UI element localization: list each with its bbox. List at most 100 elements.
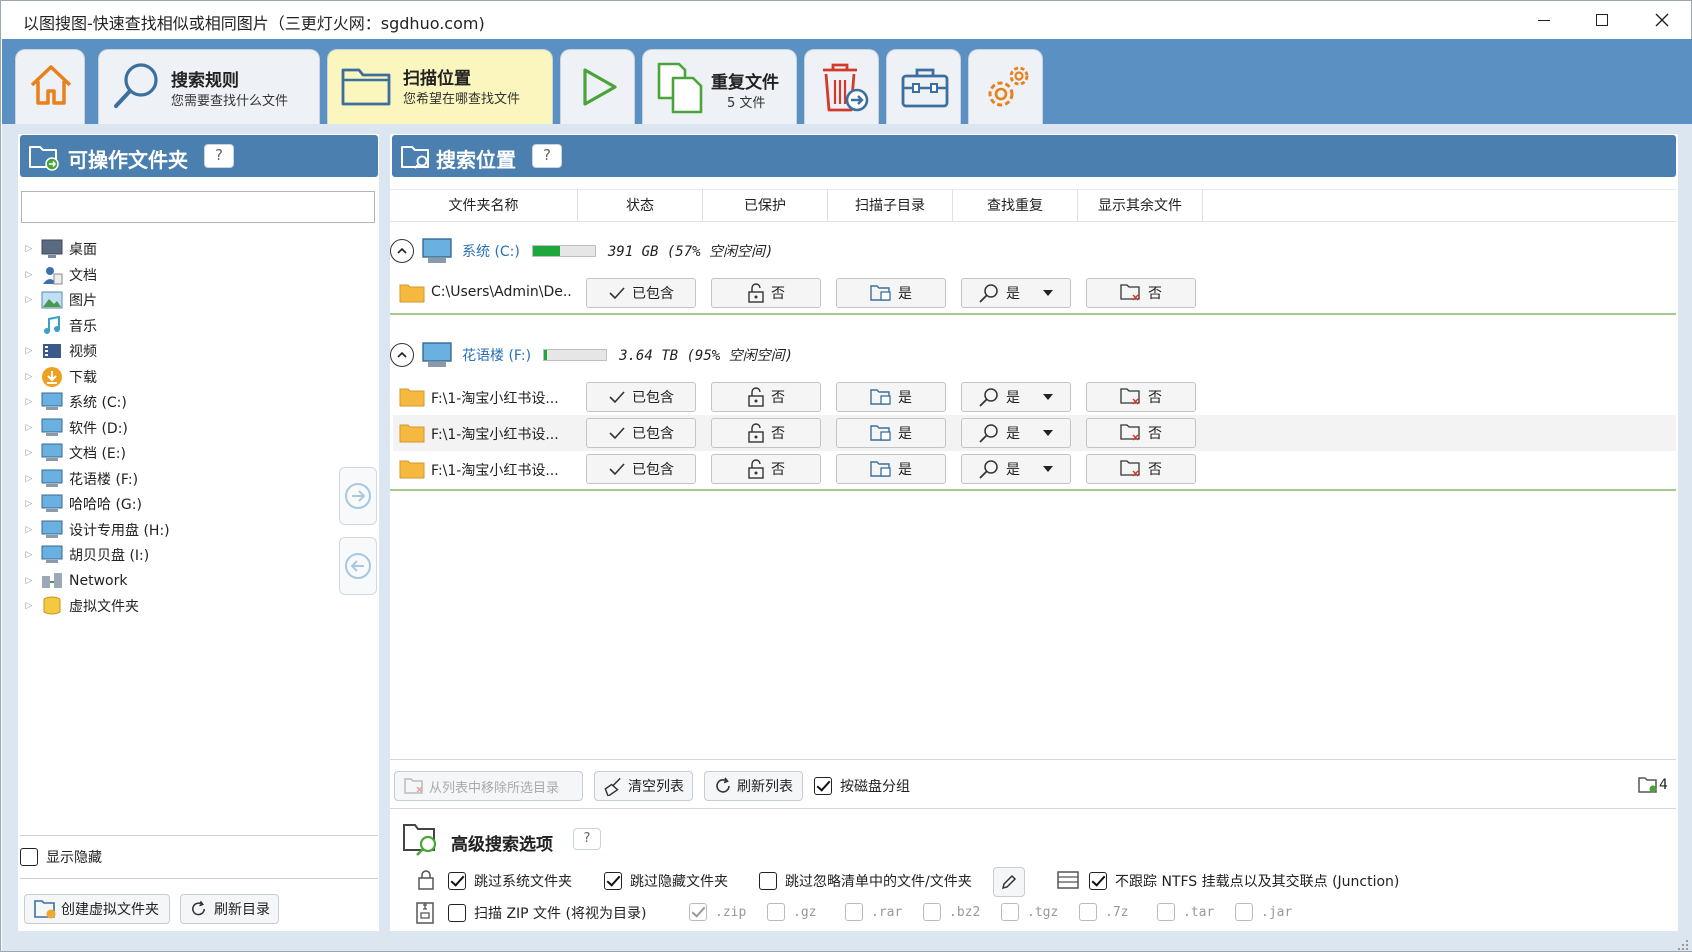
group-by-disk-option[interactable]: 按磁盘分组	[814, 776, 910, 796]
protected-cell-button[interactable]: 否	[711, 418, 821, 448]
expand-arrow-icon[interactable]: ▷	[21, 372, 37, 382]
scan-subdirs-cell-button[interactable]: 是	[836, 278, 946, 308]
tree-item[interactable]: ▷ 文档	[21, 262, 351, 288]
location-row[interactable]: F:\1-淘宝小红书设... 已包含 否 是 是 否	[393, 451, 1676, 487]
left-help-button[interactable]: ?	[204, 144, 234, 168]
expand-arrow-icon[interactable]: ▷	[21, 576, 37, 586]
col-show-other-files[interactable]: 显示其余文件	[1078, 189, 1203, 221]
tab-start-search[interactable]	[560, 49, 635, 124]
group-by-disk-checkbox[interactable]	[814, 777, 832, 795]
scan-zip-checkbox[interactable]	[448, 904, 466, 922]
no-ntfs-option[interactable]: 不跟踪 NTFS 挂载点以及其交联点 (Junction)	[1089, 871, 1399, 891]
no-ntfs-checkbox[interactable]	[1089, 872, 1107, 890]
status-cell-button[interactable]: 已包含	[586, 382, 696, 412]
show-other-files-cell-button[interactable]: 否	[1086, 278, 1196, 308]
close-button[interactable]	[1633, 1, 1691, 39]
expand-arrow-icon[interactable]: ▷	[21, 397, 37, 407]
scan-subdirs-cell-button[interactable]: 是	[836, 418, 946, 448]
collapse-group-button[interactable]	[390, 239, 414, 263]
show-hidden-checkbox[interactable]	[20, 848, 38, 866]
tab-settings[interactable]	[968, 49, 1043, 124]
skip-system-checkbox[interactable]	[448, 872, 466, 890]
expand-arrow-icon[interactable]: ▷	[21, 550, 37, 560]
expand-arrow-icon[interactable]: ▷	[21, 525, 37, 535]
show-other-files-cell-button[interactable]: 否	[1086, 418, 1196, 448]
skip-system-option[interactable]: 跳过系统文件夹	[448, 871, 572, 891]
location-row[interactable]: C:\Users\Admin\De... 已包含 否 是 是 否	[393, 275, 1676, 311]
tree-item[interactable]: ▷ 图片	[21, 287, 351, 313]
scan-subdirs-cell-button[interactable]: 是	[836, 454, 946, 484]
tree-item[interactable]: ▷ 系统 (C:)	[21, 389, 351, 415]
col-scan-subdirs[interactable]: 扫描子目录	[828, 189, 953, 221]
tree-item[interactable]: ▷ 下载	[21, 364, 351, 390]
tree-item[interactable]: 音乐	[21, 313, 351, 339]
drive-name[interactable]: 系统 (C:)	[462, 241, 520, 261]
tab-home[interactable]	[15, 49, 85, 124]
location-row[interactable]: F:\1-淘宝小红书设... 已包含 否 是 是 否	[393, 379, 1676, 415]
skip-ignore-checkbox[interactable]	[759, 872, 777, 890]
edit-ignore-list-button[interactable]	[993, 867, 1025, 897]
expand-arrow-icon[interactable]: ▷	[21, 448, 37, 458]
protected-cell-button[interactable]: 否	[711, 382, 821, 412]
add-folder-arrow-button[interactable]	[339, 467, 377, 525]
refresh-list-button[interactable]: 刷新列表	[704, 771, 803, 801]
tab-scan-location[interactable]: 扫描位置 您希望在哪查找文件	[327, 49, 553, 124]
scan-subdirs-cell-button[interactable]: 是	[836, 382, 946, 412]
status-cell-button[interactable]: 已包含	[586, 418, 696, 448]
maximize-button[interactable]	[1573, 1, 1631, 39]
skip-hidden-option[interactable]: 跳过隐藏文件夹	[604, 871, 728, 891]
tab-search-rules[interactable]: 搜索规则 您需要查找什么文件	[98, 49, 320, 124]
find-duplicates-dropdown[interactable]: 是	[961, 454, 1071, 484]
find-duplicates-dropdown[interactable]: 是	[961, 382, 1071, 412]
skip-hidden-checkbox[interactable]	[604, 872, 622, 890]
expand-arrow-icon[interactable]: ▷	[21, 423, 37, 433]
minimize-button[interactable]	[1515, 1, 1573, 39]
tab-delete[interactable]	[804, 49, 879, 124]
tree-item[interactable]: ▷ 花语楼 (F:)	[21, 466, 351, 492]
col-find-duplicates[interactable]: 查找重复	[953, 189, 1078, 221]
status-cell-button[interactable]: 已包含	[586, 454, 696, 484]
refresh-directory-button[interactable]: 刷新目录	[180, 894, 279, 924]
tree-item[interactable]: ▷ 虚拟文件夹	[21, 593, 351, 619]
protected-cell-button[interactable]: 否	[711, 454, 821, 484]
tab-duplicate-files[interactable]: 重复文件 5 文件	[642, 49, 797, 124]
drive-name[interactable]: 花语楼 (F:)	[462, 345, 531, 365]
panel-splitter[interactable]	[382, 124, 390, 951]
find-duplicates-dropdown[interactable]: 是	[961, 418, 1071, 448]
col-folder-name[interactable]: 文件夹名称	[390, 189, 578, 221]
tree-item[interactable]: ▷ 胡贝贝盘 (I:)	[21, 542, 351, 568]
tree-item[interactable]: ▷ Network	[21, 568, 351, 594]
resize-grip-icon[interactable]	[1675, 937, 1689, 951]
tree-item[interactable]: ▷ 桌面	[21, 236, 351, 262]
protected-cell-button[interactable]: 否	[711, 278, 821, 308]
right-help-button[interactable]: ?	[532, 144, 562, 168]
col-protected[interactable]: 已保护	[703, 189, 828, 221]
expand-arrow-icon[interactable]: ▷	[21, 270, 37, 280]
collapse-group-button[interactable]	[390, 343, 414, 367]
expand-arrow-icon[interactable]: ▷	[21, 244, 37, 254]
skip-ignore-option[interactable]: 跳过忽略清单中的文件/文件夹	[759, 871, 972, 891]
tree-item[interactable]: ▷ 设计专用盘 (H:)	[21, 517, 351, 543]
find-duplicates-dropdown[interactable]: 是	[961, 278, 1071, 308]
expand-arrow-icon[interactable]: ▷	[21, 295, 37, 305]
remove-folder-arrow-button[interactable]	[339, 537, 377, 595]
location-row[interactable]: F:\1-淘宝小红书设... 已包含 否 是 是 否	[393, 415, 1676, 451]
tree-item[interactable]: ▷ 哈哈哈 (G:)	[21, 491, 351, 517]
remove-selected-button[interactable]: 从列表中移除所选目录	[394, 771, 583, 801]
create-virtual-folder-button[interactable]: 创建虚拟文件夹	[24, 894, 170, 924]
col-status[interactable]: 状态	[578, 189, 703, 221]
tab-tools[interactable]	[886, 49, 961, 124]
tree-item[interactable]: ▷ 文档 (E:)	[21, 440, 351, 466]
show-other-files-cell-button[interactable]: 否	[1086, 454, 1196, 484]
status-cell-button[interactable]: 已包含	[586, 278, 696, 308]
show-hidden-option[interactable]: 显示隐藏	[20, 847, 102, 867]
tree-item[interactable]: ▷ 软件 (D:)	[21, 415, 351, 441]
advanced-help-button[interactable]: ?	[573, 828, 601, 850]
show-other-files-cell-button[interactable]: 否	[1086, 382, 1196, 412]
scan-zip-option[interactable]: 扫描 ZIP 文件 (将视为目录)	[448, 903, 646, 923]
expand-arrow-icon[interactable]: ▷	[21, 499, 37, 509]
clear-list-button[interactable]: 清空列表	[594, 771, 693, 801]
expand-arrow-icon[interactable]: ▷	[21, 346, 37, 356]
expand-arrow-icon[interactable]: ▷	[21, 474, 37, 484]
tree-item[interactable]: ▷ 视频	[21, 338, 351, 364]
